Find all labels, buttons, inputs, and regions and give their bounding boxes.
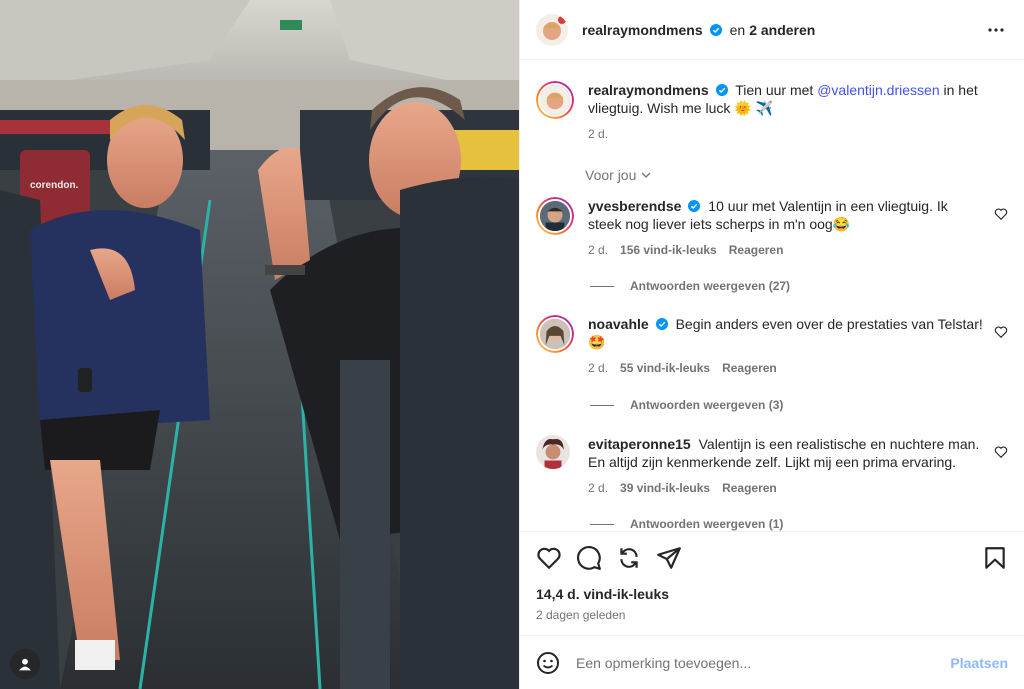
post-comment-button[interactable]: Plaatsen: [950, 655, 1008, 671]
post-date[interactable]: 2 dagen geleden: [536, 608, 1008, 622]
chevron-down-icon: [641, 172, 651, 178]
post-like-count[interactable]: 14,4 d. vind-ik-leuks: [536, 586, 1008, 602]
author-username[interactable]: realraymondmens: [582, 22, 703, 38]
comment-avatar[interactable]: [536, 435, 570, 469]
comment-input[interactable]: [576, 654, 951, 671]
caption: realraymondmens Tien uur met @valentijn.…: [536, 81, 1008, 143]
reply-button[interactable]: Reageren: [722, 359, 777, 377]
view-replies-button[interactable]: Antwoorden weergeven (3): [590, 398, 783, 412]
view-replies-button[interactable]: Antwoorden weergeven (1): [590, 517, 783, 531]
caption-username[interactable]: realraymondmens: [588, 82, 709, 98]
comment-username[interactable]: evitaperonne15: [588, 436, 691, 452]
caption-mention-link[interactable]: @valentijn.driessen: [817, 82, 939, 98]
comment-time[interactable]: 2 d.: [588, 479, 608, 497]
comment-composer: Plaatsen: [520, 635, 1024, 689]
verified-icon: [688, 200, 701, 212]
comment-likes[interactable]: 55 vind-ik-leuks: [620, 359, 710, 377]
post-header: realraymondmens en 2 anderen: [520, 0, 1024, 60]
comment-filter-label: Voor jou: [585, 167, 637, 183]
user-tag-icon: [19, 658, 31, 671]
comment: noavahle Begin anders even over de prest…: [536, 315, 1008, 377]
share-icon[interactable]: [616, 545, 642, 571]
post-detail-panel: realraymondmens en 2 anderen realraymond…: [519, 0, 1024, 689]
comment-avatar[interactable]: [536, 315, 574, 353]
heart-icon[interactable]: [994, 207, 1008, 221]
comment-likes[interactable]: 156 vind-ik-leuks: [620, 241, 717, 259]
comment-username[interactable]: yvesberendse: [588, 198, 681, 214]
post-photo[interactable]: corendon.: [0, 0, 519, 689]
view-replies-button[interactable]: Antwoorden weergeven (27): [590, 279, 790, 293]
seat-brand-label: corendon.: [30, 180, 79, 191]
comment-time[interactable]: 2 d.: [588, 359, 608, 377]
verified-icon: [709, 23, 722, 36]
coauthors-prefix: en: [729, 21, 746, 38]
reply-button[interactable]: Reageren: [729, 241, 784, 259]
comment-time[interactable]: 2 d.: [588, 241, 608, 259]
post-actions: 14,4 d. vind-ik-leuks 2 dagen geleden: [520, 531, 1024, 622]
author-avatar[interactable]: [536, 13, 568, 46]
send-icon[interactable]: [656, 545, 682, 571]
coauthors-link[interactable]: 2 anderen: [749, 22, 815, 38]
caption-text: Tien uur met: [735, 82, 814, 98]
comment-likes[interactable]: 39 vind-ik-leuks: [620, 479, 710, 497]
comment: yvesberendse 10 uur met Valentijn in een…: [536, 197, 1008, 259]
airplane-cabin-photo: corendon.: [0, 0, 519, 689]
verified-icon: [715, 84, 728, 96]
heart-icon[interactable]: [536, 545, 562, 571]
comment: evitaperonne15 Valentijn is een realisti…: [536, 435, 1008, 497]
heart-icon[interactable]: [994, 445, 1008, 459]
view-replies-label: Antwoorden weergeven (27): [630, 279, 791, 293]
save-icon[interactable]: [982, 545, 1008, 571]
emoji-icon[interactable]: [536, 651, 560, 675]
view-replies-label: Antwoorden weergeven (1): [630, 517, 784, 531]
comment-username[interactable]: noavahle: [588, 316, 649, 332]
user-tag-button[interactable]: [10, 649, 40, 679]
reply-button[interactable]: Reageren: [722, 479, 777, 497]
comment-avatar[interactable]: [536, 197, 574, 235]
comment-icon[interactable]: [576, 545, 602, 571]
comment-filter-dropdown[interactable]: Voor jou: [585, 167, 652, 183]
more-options-button[interactable]: [984, 18, 1008, 42]
verified-icon: [655, 318, 668, 330]
view-replies-label: Antwoorden weergeven (3): [630, 398, 784, 412]
caption-time[interactable]: 2 d.: [588, 125, 608, 143]
comments-list[interactable]: realraymondmens Tien uur met @valentijn.…: [520, 61, 1024, 531]
more-icon: [988, 27, 1004, 32]
heart-icon[interactable]: [994, 325, 1008, 339]
caption-avatar[interactable]: [536, 81, 574, 119]
